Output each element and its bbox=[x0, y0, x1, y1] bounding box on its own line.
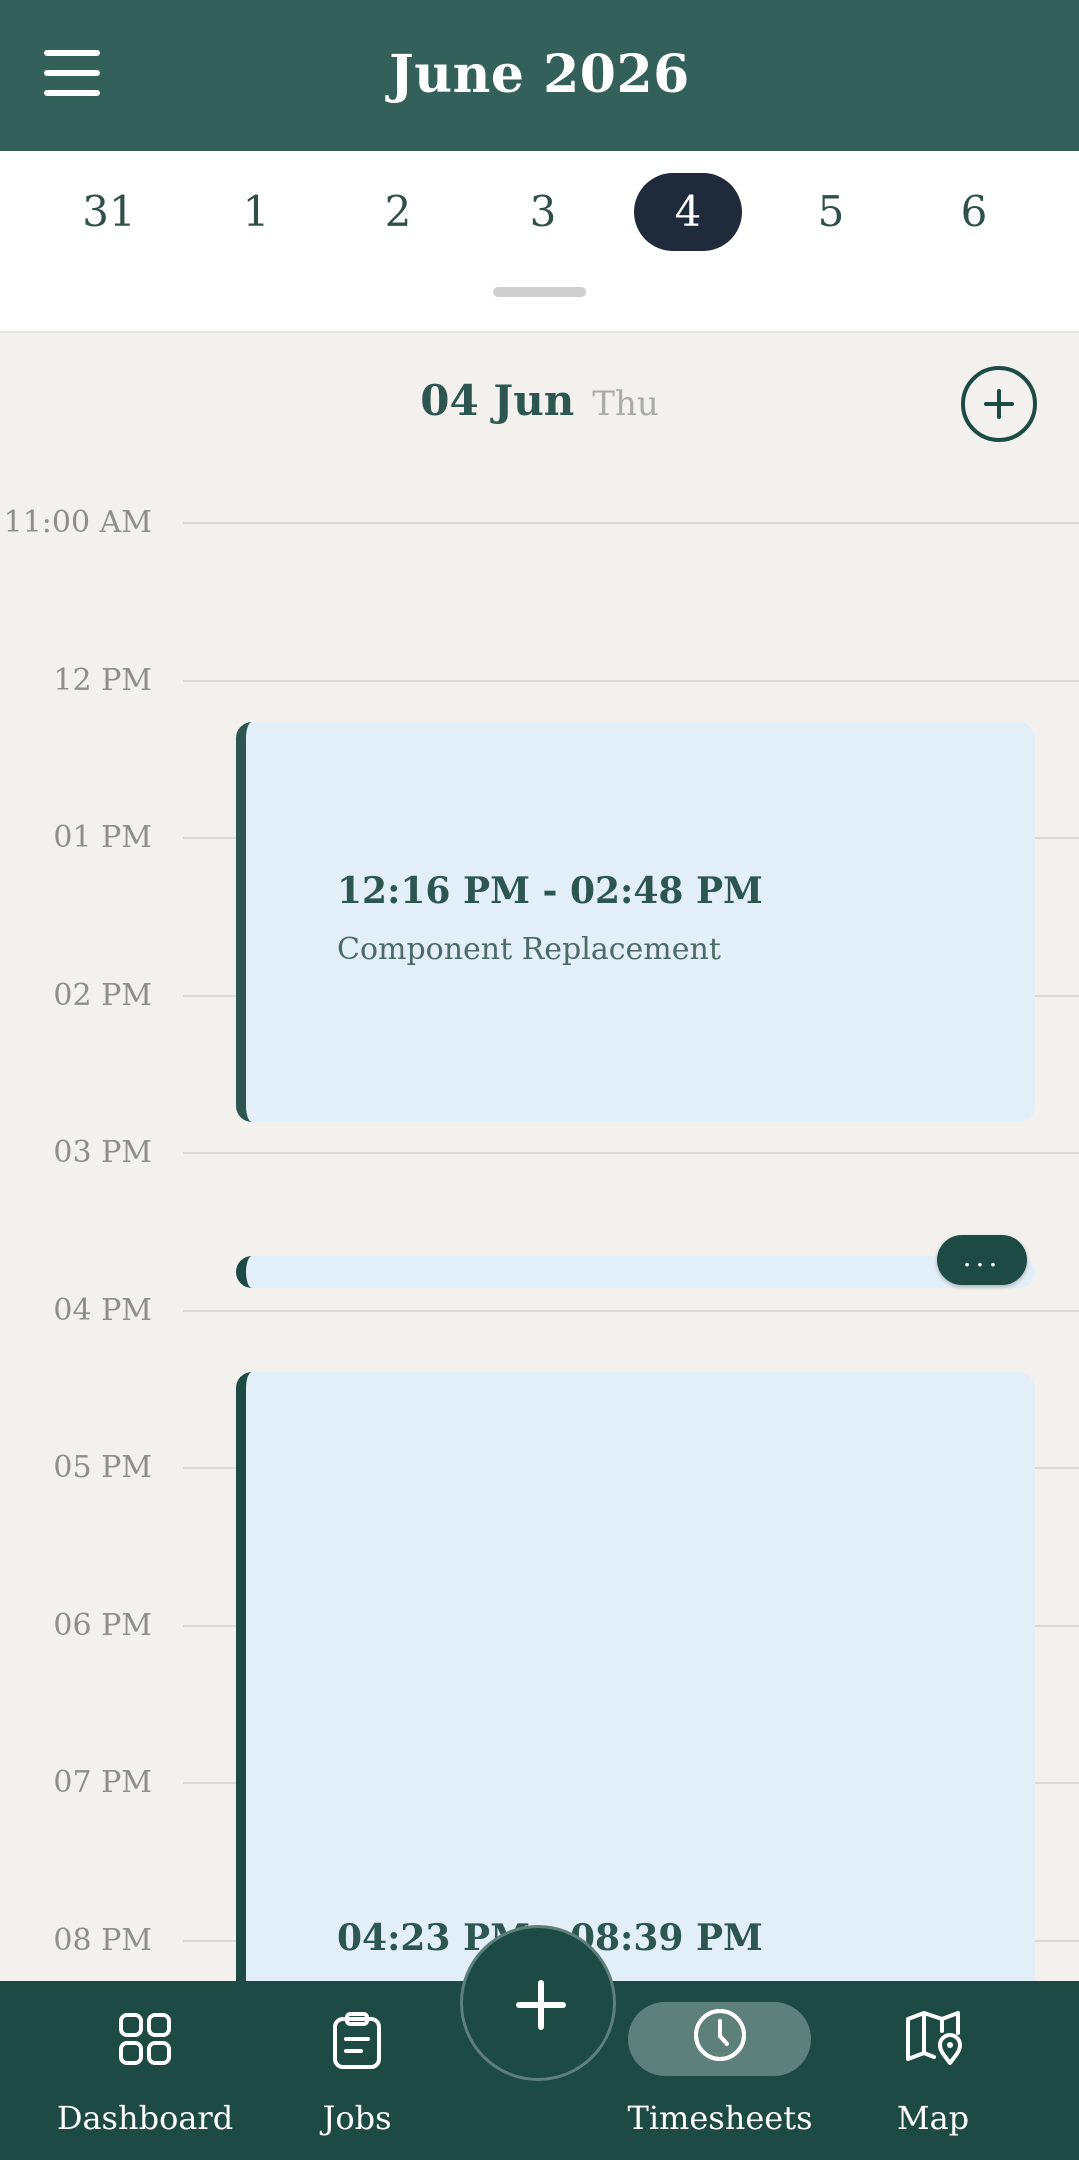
week-strip: 31 1 2 3 4 5 6 bbox=[0, 151, 1079, 333]
nav-label: Dashboard bbox=[56, 2099, 234, 2137]
day-4-selected[interactable]: 4 bbox=[634, 173, 742, 251]
clock-icon bbox=[694, 2009, 746, 2061]
event-card[interactable]: 04:23 PM - 08:39 PM bbox=[236, 1372, 1035, 2012]
hour-label-3pm: 03 PM bbox=[53, 1135, 152, 1170]
date-heading: 04 Jun Thu bbox=[0, 376, 1079, 425]
date-label: 04 Jun bbox=[420, 376, 575, 425]
hour-line bbox=[183, 1310, 1079, 1312]
add-event-plus-circle-icon[interactable] bbox=[961, 366, 1037, 442]
event-card[interactable]: 12:16 PM - 02:48 PM Component Replacemen… bbox=[236, 722, 1035, 1122]
nav-label: Jobs bbox=[322, 2099, 392, 2137]
hour-line bbox=[183, 1152, 1079, 1154]
day-1[interactable]: 1 bbox=[202, 173, 310, 251]
nav-label: Map bbox=[896, 2099, 970, 2137]
event-card-small[interactable] bbox=[236, 1256, 1035, 1288]
hour-label-4pm: 04 PM bbox=[53, 1293, 152, 1328]
day-3[interactable]: 3 bbox=[489, 173, 597, 251]
event-title: Component Replacement bbox=[337, 932, 721, 967]
nav-timesheets-active[interactable] bbox=[615, 1981, 825, 2160]
nav-map[interactable]: Map bbox=[873, 1981, 993, 2160]
event-time: 12:16 PM - 02:48 PM bbox=[337, 870, 763, 912]
hour-label-5pm: 05 PM bbox=[53, 1450, 152, 1485]
hour-label-12pm: 12 PM bbox=[53, 663, 152, 698]
drag-handle[interactable] bbox=[493, 287, 586, 297]
day-2[interactable]: 2 bbox=[344, 173, 452, 251]
hour-label-6pm: 06 PM bbox=[53, 1608, 152, 1643]
hour-label-11am: 11:00 AM bbox=[3, 505, 152, 540]
hour-label-2pm: 02 PM bbox=[53, 978, 152, 1013]
map-pin-icon bbox=[906, 2011, 962, 2065]
nav-dashboard[interactable]: Dashboard bbox=[45, 1981, 245, 2160]
day-31[interactable]: 31 bbox=[55, 173, 163, 251]
hour-line bbox=[183, 680, 1079, 682]
hour-label-7pm: 07 PM bbox=[53, 1765, 152, 1800]
weekday-label: Thu bbox=[592, 384, 659, 424]
day-5[interactable]: 5 bbox=[777, 173, 885, 251]
more-options-button[interactable]: ... bbox=[937, 1235, 1027, 1285]
hour-label-8pm: 08 PM bbox=[53, 1923, 152, 1958]
add-fab-plus-icon[interactable] bbox=[460, 1925, 616, 2081]
hour-label-1pm: 01 PM bbox=[53, 820, 152, 855]
hour-line bbox=[183, 522, 1079, 524]
day-6[interactable]: 6 bbox=[920, 173, 1028, 251]
nav-jobs[interactable]: Jobs bbox=[287, 1981, 427, 2160]
month-title: June 2026 bbox=[389, 44, 690, 105]
grid-icon bbox=[119, 2013, 171, 2065]
app-header: June 2026 bbox=[0, 0, 1079, 151]
clipboard-icon bbox=[333, 2012, 381, 2069]
